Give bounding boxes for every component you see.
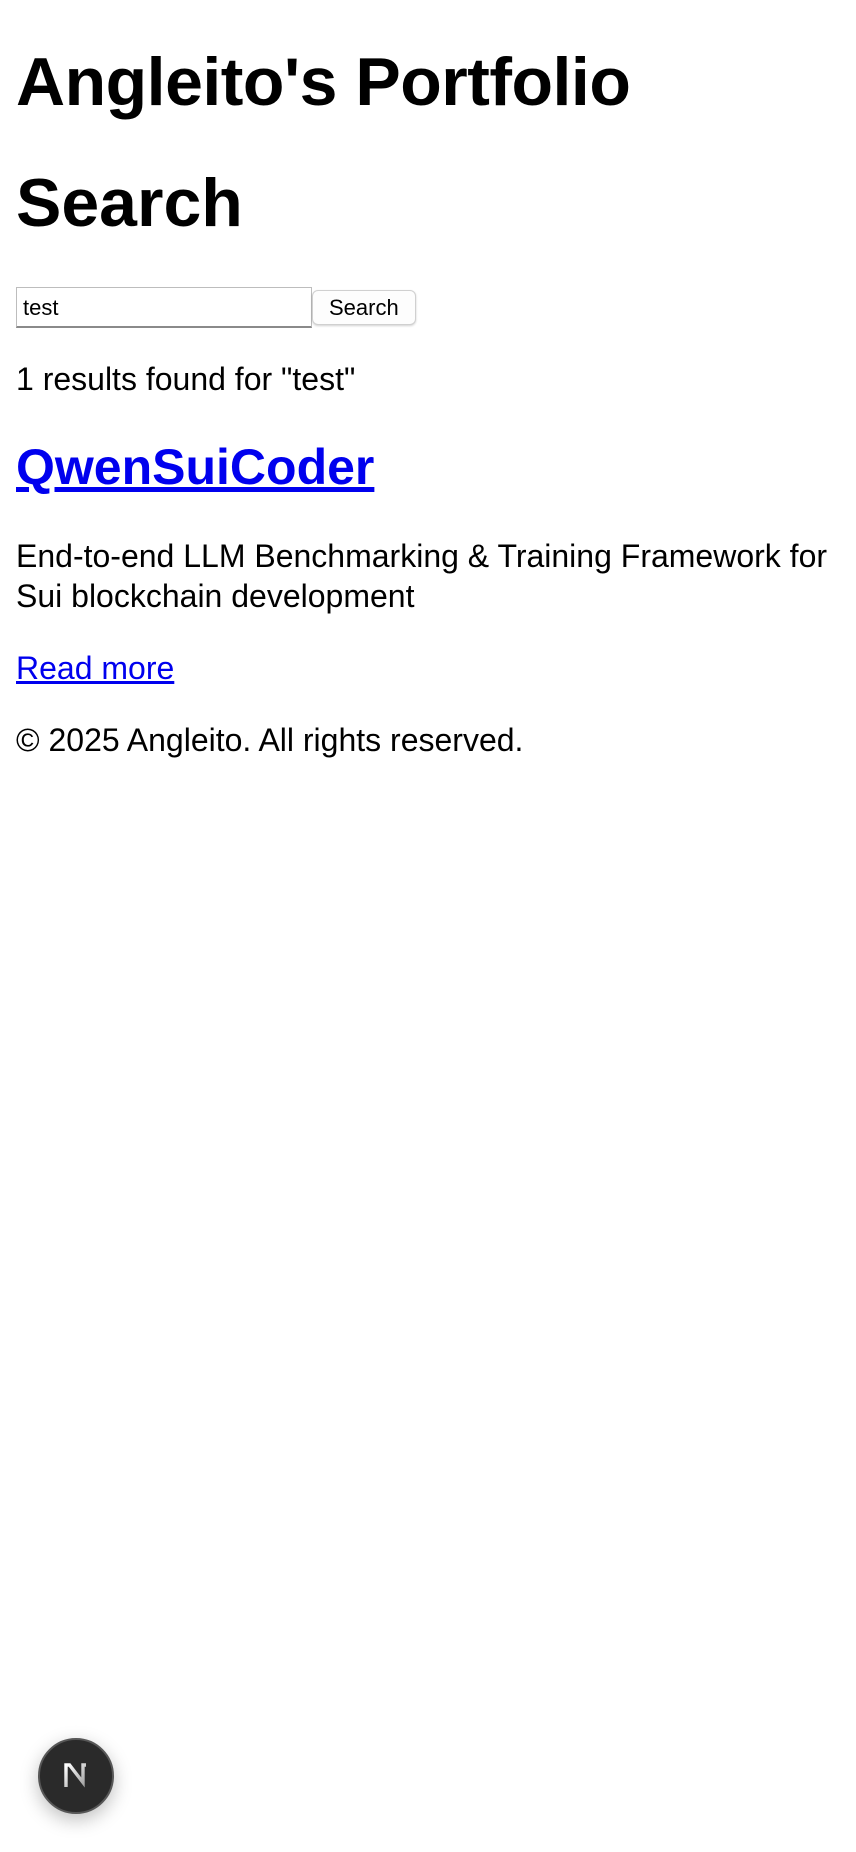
result-title-link[interactable]: QwenSuiCoder <box>16 439 374 495</box>
read-more: Read more <box>16 648 174 688</box>
nextjs-logo-icon <box>64 1763 86 1788</box>
footer-copyright: © 2025 Angleito. All rights reserved. <box>16 722 524 758</box>
result-title: QwenSuiCoder <box>16 437 374 497</box>
search-button[interactable]: Search <box>312 290 416 325</box>
search-form: Search <box>16 287 416 328</box>
nextjs-dev-indicator-button[interactable] <box>38 1738 114 1814</box>
results-summary: 1 results found for "test" <box>16 361 356 397</box>
site-title: Angleito's Portfolio <box>16 44 631 120</box>
page: Angleito's Portfolio Search Search 1 res… <box>0 0 856 1852</box>
search-heading: Search <box>16 165 243 241</box>
read-more-link[interactable]: Read more <box>16 650 174 686</box>
result-description: End-to-end LLM Benchmarking & Training F… <box>16 538 828 614</box>
search-input[interactable] <box>16 287 312 328</box>
